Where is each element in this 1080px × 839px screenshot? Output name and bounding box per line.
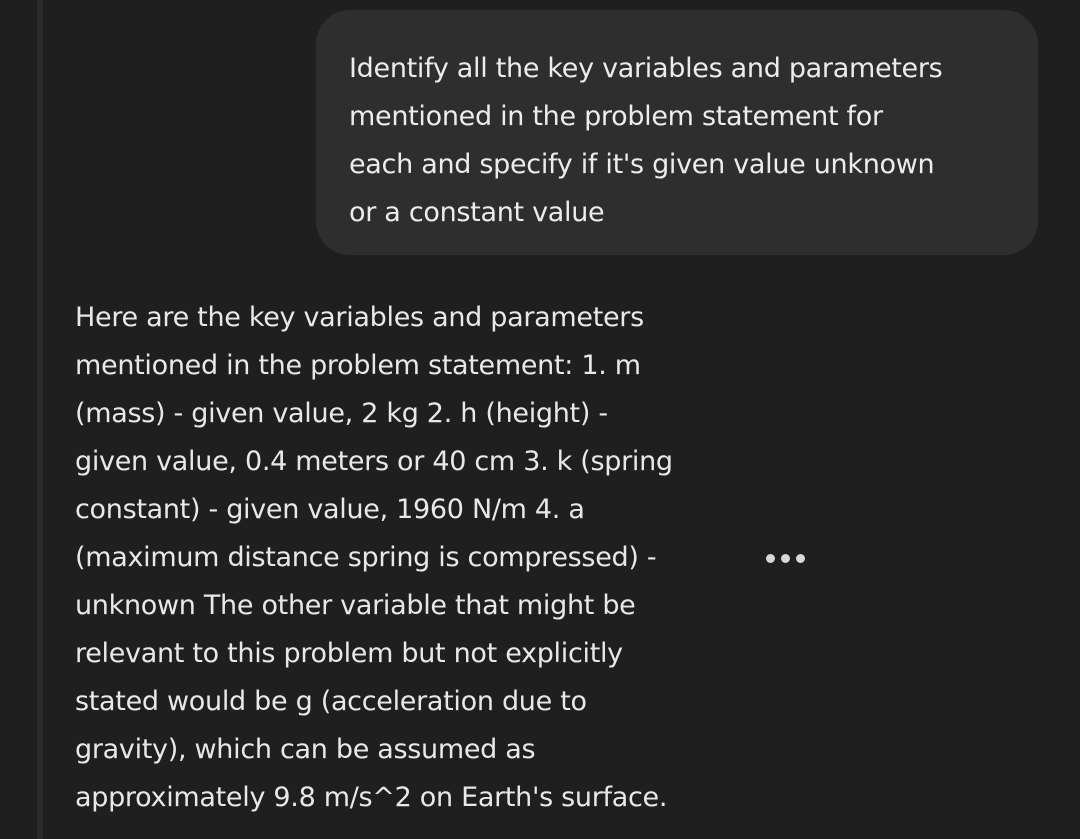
left-rail: [37, 0, 43, 839]
more-options-button[interactable]: [752, 540, 818, 576]
more-options-icon: [765, 553, 775, 563]
more-options-icon: [795, 553, 805, 563]
user-message-bubble: Identify all the key variables and param…: [316, 10, 1038, 255]
user-message-text: Identify all the key variables and param…: [349, 53, 943, 228]
assistant-message-text: Here are the key variables and parameter…: [75, 302, 673, 813]
more-options-icon: [780, 553, 790, 563]
